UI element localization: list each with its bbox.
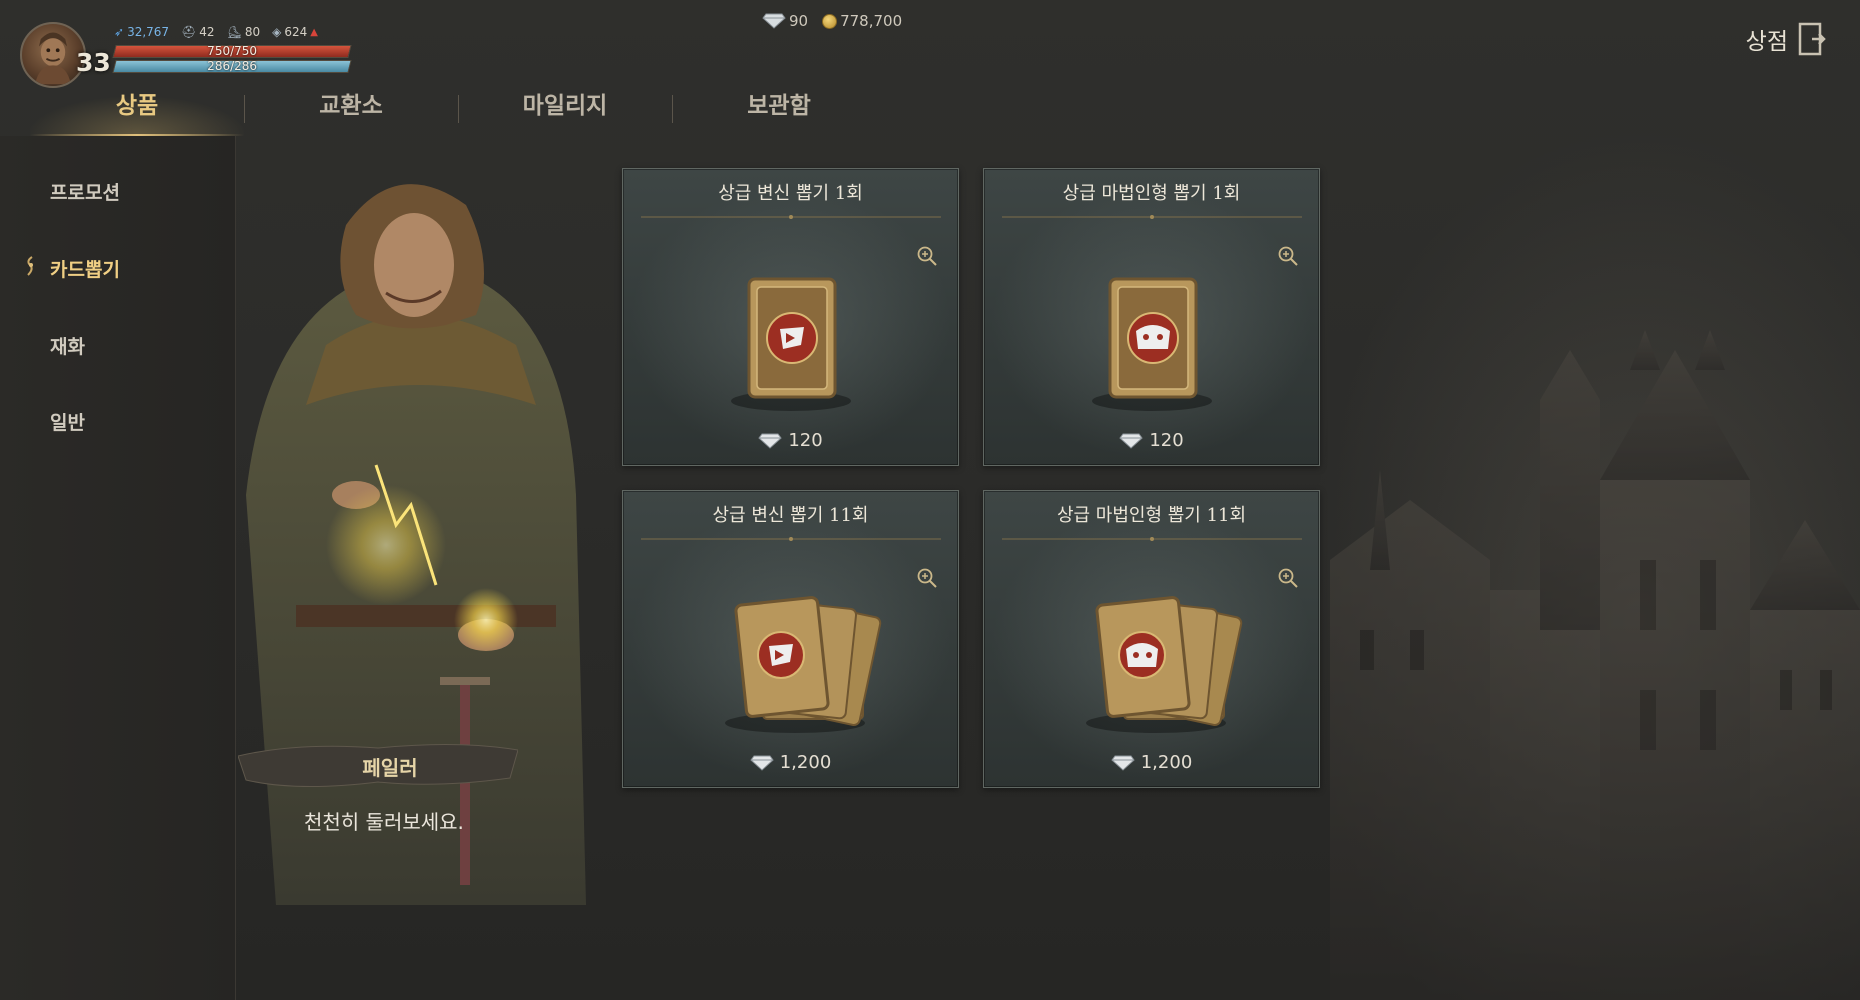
- tab-label: 상품: [115, 93, 159, 119]
- mp-text: 286/286: [207, 59, 258, 73]
- sidebar-item-promotion[interactable]: 프로모션: [50, 178, 120, 205]
- product-title: 상급 마법인형 뽑기 11회: [1056, 505, 1247, 526]
- helmet-icon: ⛑: [181, 25, 197, 39]
- tab-label: 마일리지: [522, 93, 608, 119]
- character-level: 33: [76, 48, 111, 77]
- product-card[interactable]: 상급 변신 뽑기 1회 120: [622, 168, 959, 466]
- transform-card-icon: [731, 277, 851, 411]
- combat-power-value: 32,767: [127, 25, 170, 39]
- gem-icon: ◈: [272, 25, 282, 39]
- currency-bar: 90 778,700: [762, 12, 902, 30]
- product-card[interactable]: 상급 마법인형 뽑기 11회 1,200: [983, 490, 1320, 788]
- tab-storage[interactable]: 보관함: [672, 86, 886, 136]
- mp-bar: 286/286: [112, 59, 352, 73]
- product-title: 상급 변신 뽑기 11회: [712, 505, 869, 526]
- tab-mileage[interactable]: 마일리지: [458, 86, 672, 136]
- merchant-npc-illustration: [246, 184, 586, 905]
- weight-value: 80: [244, 25, 261, 39]
- hp-bar: 750/750: [112, 44, 352, 58]
- diamond-currency: 90: [762, 12, 808, 30]
- diamond-icon: [1119, 433, 1143, 449]
- gold-currency: 778,700: [822, 12, 902, 30]
- ornament-divider: [1002, 215, 1302, 219]
- gold-amount: 778,700: [840, 12, 903, 30]
- selected-marker-icon: [27, 256, 33, 276]
- defense-value: 42: [199, 25, 215, 39]
- diamond-icon: [758, 433, 782, 449]
- feather-icon: ➶: [114, 25, 125, 39]
- product-card[interactable]: 상급 변신 뽑기 11회 1,200: [622, 490, 959, 788]
- ornament-divider: [641, 537, 941, 541]
- tab-label: 보관함: [747, 93, 811, 119]
- shop-header: 상점: [1746, 22, 1826, 56]
- tab-products[interactable]: 상품: [30, 86, 244, 136]
- product-title: 상급 마법인형 뽑기 1회: [1062, 183, 1241, 204]
- doll-card-icon: [1092, 277, 1212, 411]
- diamond-icon: [750, 755, 774, 771]
- diamond-stat-value: 624: [284, 25, 308, 39]
- product-price: 120: [623, 430, 958, 451]
- doll-card-stack-icon: [1086, 596, 1243, 733]
- product-card[interactable]: 상급 마법인형 뽑기 1회 120: [983, 168, 1320, 466]
- price-value: 120: [788, 430, 823, 451]
- weight-stat: ⛸ 80: [227, 25, 261, 39]
- ornament-divider: [1002, 537, 1302, 541]
- diamond-icon: [1111, 755, 1135, 771]
- tab-exchange[interactable]: 교환소: [244, 86, 458, 136]
- warning-triangle-icon: ▲: [310, 26, 318, 38]
- product-title: 상급 변신 뽑기 1회: [718, 183, 863, 204]
- player-status-hud: 33 ➶ 32,767 ⛑ 42 ⛸ 80 ◈ 624 ▲ 750/750 28…: [20, 20, 360, 90]
- price-value: 1,200: [779, 752, 832, 773]
- hp-text: 750/750: [207, 44, 258, 58]
- gold-coin-icon: [822, 13, 838, 29]
- stat-row: ➶ 32,767 ⛑ 42 ⛸ 80 ◈ 624 ▲: [114, 25, 318, 39]
- diamond-amount: 90: [789, 12, 809, 30]
- price-value: 120: [1149, 430, 1184, 451]
- ornament-divider: [641, 215, 941, 219]
- shop-title: 상점: [1745, 29, 1788, 55]
- castle-background-image: [1330, 330, 1860, 1000]
- diamond-stat: ◈ 624 ▲: [272, 25, 318, 39]
- combat-power-stat: ➶ 32,767: [114, 25, 169, 39]
- product-price: 120: [984, 430, 1319, 451]
- npc-name: 페일러: [362, 756, 418, 780]
- product-price: 1,200: [623, 752, 958, 773]
- diamond-icon: [762, 13, 786, 29]
- exit-icon[interactable]: [1798, 22, 1826, 56]
- sidebar-item-card-draw[interactable]: 카드뽑기: [50, 255, 120, 282]
- sidebar-item-general[interactable]: 일반: [50, 408, 85, 435]
- shop-tabs: 상품 교환소 마일리지 보관함: [30, 86, 886, 136]
- boot-icon: ⛸: [226, 25, 242, 39]
- npc-dialog-text: 천천히 둘러보세요.: [304, 810, 464, 834]
- transform-card-stack-icon: [725, 596, 882, 733]
- product-price: 1,200: [984, 752, 1319, 773]
- defense-stat: ⛑ 42: [181, 25, 215, 39]
- sidebar-item-currency[interactable]: 재화: [50, 332, 85, 359]
- price-value: 1,200: [1140, 752, 1193, 773]
- tab-label: 교환소: [319, 93, 383, 119]
